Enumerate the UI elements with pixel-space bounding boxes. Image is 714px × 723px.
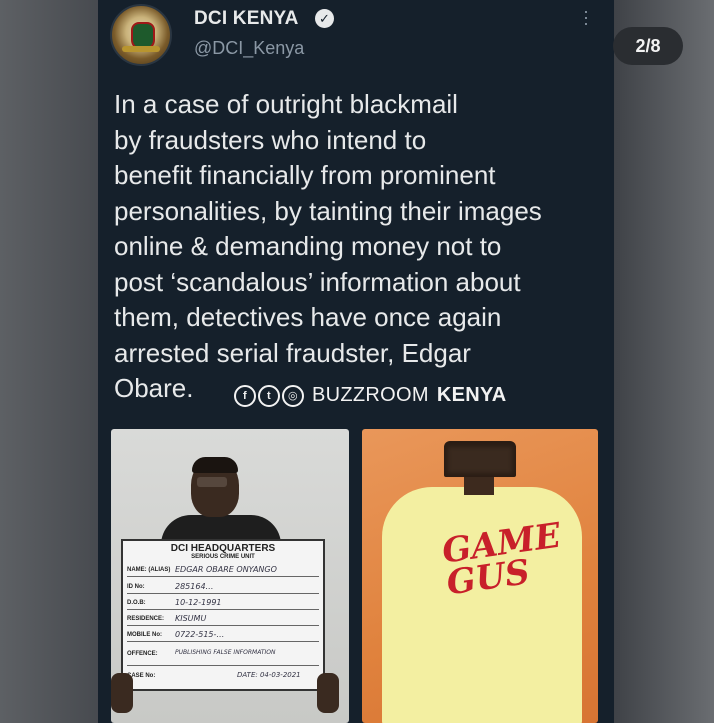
tweet-line: online & demanding money not to bbox=[114, 231, 502, 261]
board-subtitle: SERIOUS CRIME UNIT bbox=[191, 554, 255, 560]
board-row: D.O.B: 10-12-1991 bbox=[127, 598, 319, 610]
author-handle[interactable]: @DCI_Kenya bbox=[194, 38, 304, 59]
facebook-icon: f bbox=[234, 384, 256, 407]
verified-badge-icon: ✓ bbox=[315, 9, 334, 28]
board-row: CASE No: DATE: 04-03-2021 bbox=[127, 671, 301, 679]
more-options-icon[interactable]: · · · bbox=[578, 2, 594, 32]
board-row: RESIDENCE: KISUMU bbox=[127, 614, 319, 626]
board-row: MOBILE No: 0722-515-… bbox=[127, 630, 319, 642]
avatar[interactable] bbox=[110, 4, 172, 66]
tweet-line: post ‘scandalous’ information about bbox=[114, 266, 521, 297]
board-title: DCI HEADQUARTERS bbox=[170, 543, 276, 554]
arrest-board: DCI HEADQUARTERS SERIOUS CRIME UNIT NAME… bbox=[121, 539, 325, 691]
author-name[interactable]: DCI KENYA bbox=[194, 8, 299, 30]
watermark-strong: KENYA bbox=[436, 384, 507, 406]
tweet-text: In a case of outright blackmail by fraud… bbox=[114, 87, 609, 407]
watermark-text: BUZZROOM bbox=[312, 384, 429, 406]
tweet-line: them, detectives have once again bbox=[114, 302, 502, 332]
tweet-line: by fraudsters who intend to bbox=[114, 124, 427, 155]
tweet-line: In a case of outright blackmail bbox=[114, 89, 458, 119]
tweet-line: benefit financially from prominent bbox=[114, 160, 496, 190]
watermark: f t ◎ BUZZROOM KENYA bbox=[234, 384, 507, 407]
tweet-line: personalities, by tainting their images bbox=[114, 195, 542, 226]
tweet-line: arrested serial fraudster, Edgar bbox=[114, 337, 471, 368]
tweet-card: DCI KENYA ✓ @DCI_Kenya · · · In a case of … bbox=[98, 0, 614, 723]
background-right bbox=[614, 0, 714, 723]
instagram-icon: ◎ bbox=[282, 384, 304, 407]
background-left bbox=[0, 0, 100, 723]
page-indicator: 2/8 bbox=[613, 27, 683, 65]
board-row: ID No: 285164… bbox=[127, 582, 319, 594]
suspect-photo[interactable]: DCI HEADQUARTERS SERIOUS CRIME UNIT NAME… bbox=[111, 429, 349, 723]
board-row: OFFENCE: PUBLISHING FALSE INFORMATION bbox=[127, 649, 319, 666]
twitter-icon: t bbox=[258, 384, 280, 407]
board-row: NAME: (ALIAS) EDGAR OBARE ONYANGO bbox=[127, 565, 319, 577]
second-suspect-photo[interactable]: GAME GUS bbox=[362, 429, 598, 723]
